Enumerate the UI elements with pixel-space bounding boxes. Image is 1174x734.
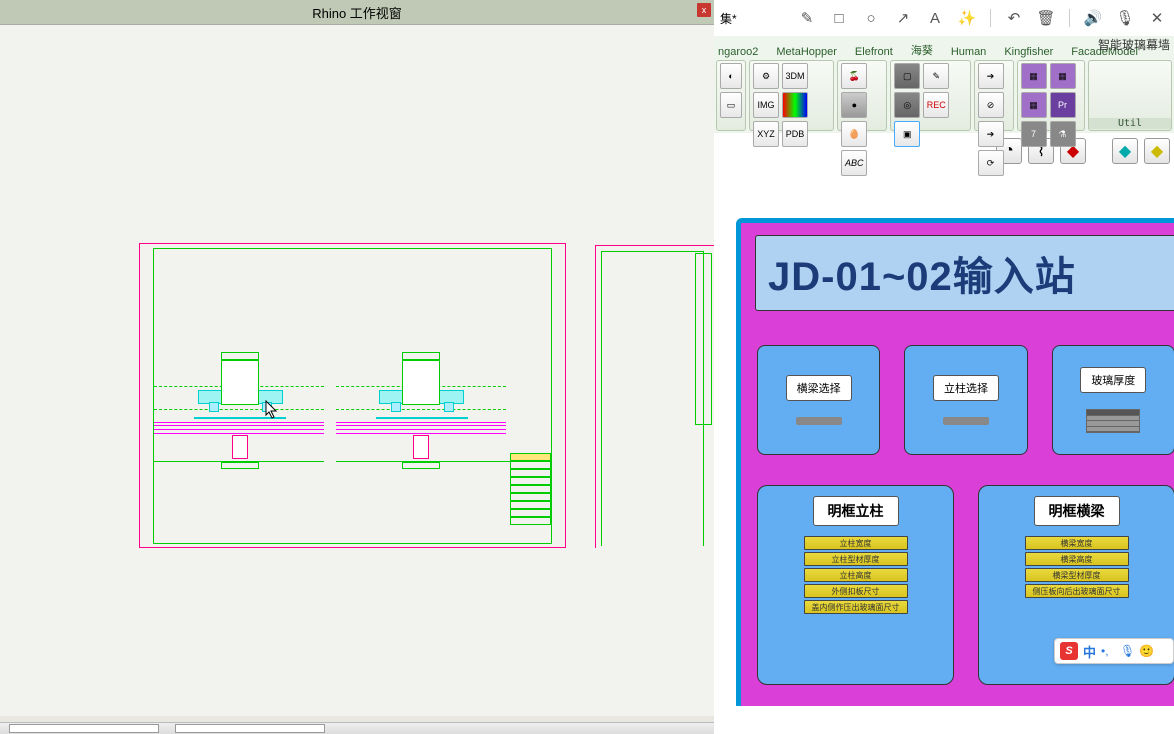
tab-kingfisher[interactable]: Kingfisher [1004,46,1053,58]
strip-item[interactable]: 横梁宽度 [1025,536,1129,550]
rhino-viewport: Rhino 工作视窗 x [0,0,714,734]
square-icon[interactable]: □ [830,9,848,27]
teal-gem-icon[interactable]: ◆ [1112,138,1138,164]
undo-icon[interactable]: ↶ [1005,9,1023,27]
tool-arrow-right-icon[interactable]: ➔ [978,63,1004,89]
strip-item[interactable]: 横梁型材厚度 [1025,568,1129,582]
tool-clock-icon[interactable]: ⟳ [978,150,1004,176]
rhino-canvas[interactable] [0,25,714,716]
tool-round-icon[interactable]: ◐ [720,63,742,89]
gh-input-panel: JD-01~02输入站 横梁选择 立柱选择 玻璃厚度 明框立柱 立 [736,218,1174,706]
strip-item[interactable]: 立柱宽度 [804,536,908,550]
tool-xyz-icon[interactable]: XYZ [753,121,779,147]
separator [990,9,991,27]
param-column-select[interactable]: 立柱选择 [904,345,1027,455]
tool-cell-icon[interactable]: ▣ [894,121,920,147]
pencil-icon[interactable]: ✎ [798,9,816,27]
tool-img-icon[interactable]: IMG [753,92,779,118]
tool-pdb-icon[interactable]: PDB [782,121,808,147]
gold-gem-icon[interactable]: ◆ [1144,138,1170,164]
tool-egg-icon[interactable]: 🥚 [841,121,867,147]
ime-more-icon[interactable]: 🙂 [1139,644,1153,658]
tool-purple3-icon[interactable]: ▦ [1021,92,1047,118]
tool-flask-icon[interactable]: ⚗ [1050,121,1076,147]
taskbar-item[interactable] [175,724,325,733]
tool-purple2-icon[interactable]: ▦ [1050,63,1076,89]
param-beam-select[interactable]: 横梁选择 [757,345,880,455]
tool-cherry-icon[interactable]: 🍒 [841,63,867,89]
tool-palette-icon[interactable] [782,92,808,118]
strip-item[interactable]: 盖内侧作压出玻璃面尺寸 [804,600,908,614]
ime-lang[interactable]: 中 [1083,642,1096,661]
separator [1069,9,1070,27]
tool-3dm-icon[interactable]: 3DM [782,63,808,89]
trash-icon[interactable]: 🗑 [1037,9,1055,27]
slider[interactable] [943,417,989,425]
tab-elefront[interactable]: Elefront [855,46,893,58]
circle-icon[interactable]: ○ [862,9,880,27]
tool-noentry-icon[interactable]: ⊘ [978,92,1004,118]
toolbar: ◐ ▭ ⚙ 3DM IMG XYZ PDB 🍒 ● 🥚 ABC ▢ ✎ ◎ RE… [714,58,1174,133]
window-titlebar[interactable]: 集* ✎ □ ○ ↗ A ✨ ↶ 🗑 🔊 🎙 ✕ [714,0,1174,36]
tool-7-icon[interactable]: 7 [1021,121,1047,147]
tool-gear-icon[interactable]: ⚙ [753,63,779,89]
tool-target-icon[interactable]: ◎ [894,92,920,118]
strip-item[interactable]: 外侧扣板尺寸 [804,584,908,598]
ime-toolbar[interactable]: S 中 •, 🎙 🙂 [1054,638,1174,664]
mic-icon[interactable]: 🎙 [1116,9,1134,27]
grasshopper-window: 集* ✎ □ ○ ↗ A ✨ ↶ 🗑 🔊 🎙 ✕ 智能玻璃幕墙 ngaroo2 … [714,0,1174,734]
drawing-frame [139,243,714,553]
arrow-icon[interactable]: ↗ [894,9,912,27]
value-list[interactable] [1086,409,1140,433]
taskbar-item[interactable] [9,724,159,733]
toolbar-group-label: Util [1089,118,1171,129]
document-name: 集* [720,10,737,27]
tool-square-icon[interactable]: ▢ [894,63,920,89]
tool-arrow-right2-icon[interactable]: ➔ [978,121,1004,147]
taskbar [0,722,714,734]
rhino-title-text: Rhino 工作视窗 [312,3,402,22]
subtitle-text: 智能玻璃幕墙 [1098,36,1170,53]
gh-panel-title: JD-01~02输入站 [755,235,1174,311]
sogou-logo-icon[interactable]: S [1060,642,1078,660]
tool-purple1-icon[interactable]: ▦ [1021,63,1047,89]
tool-pr-icon[interactable]: Pr [1050,92,1076,118]
section-exposed-column: 明框立柱 立柱宽度 立柱型材厚度 立柱高度 外侧扣板尺寸 盖内侧作压出玻璃面尺寸 [757,485,954,685]
param-glass-thickness[interactable]: 玻璃厚度 [1052,345,1174,455]
tab-metahopper[interactable]: MetaHopper [776,46,837,58]
tool-pen-icon[interactable]: ✎ [923,63,949,89]
ime-mic-icon[interactable]: 🎙 [1120,644,1134,658]
strip-item[interactable]: 横梁高度 [1025,552,1129,566]
tool-rec-icon[interactable]: REC [923,92,949,118]
strip-item[interactable]: 立柱高度 [804,568,908,582]
strip-item[interactable]: 立柱型材厚度 [804,552,908,566]
grasshopper-canvas[interactable]: JD-01~02输入站 横梁选择 立柱选择 玻璃厚度 明框立柱 立 [714,200,1174,706]
strip-item[interactable]: 侧压板向后出玻璃面尺寸 [1025,584,1129,598]
close-icon[interactable]: x [697,3,711,17]
tab-haikui[interactable]: 海葵 [911,42,933,58]
tab-kangaroo[interactable]: ngaroo2 [718,46,758,58]
tab-human[interactable]: Human [951,46,986,58]
close-icon[interactable]: ✕ [1148,9,1166,27]
slider[interactable] [796,417,842,425]
ime-punct-icon[interactable]: •, [1101,644,1115,658]
rhino-titlebar[interactable]: Rhino 工作视窗 x [0,0,714,25]
tool-abc-icon[interactable]: ABC [841,150,867,176]
tool-doc-icon[interactable]: ▭ [720,92,742,118]
sparkle-icon[interactable]: ✨ [958,9,976,27]
speaker-icon[interactable]: 🔊 [1084,9,1102,27]
text-icon[interactable]: A [926,9,944,27]
tool-sphere-icon[interactable]: ● [841,92,867,118]
